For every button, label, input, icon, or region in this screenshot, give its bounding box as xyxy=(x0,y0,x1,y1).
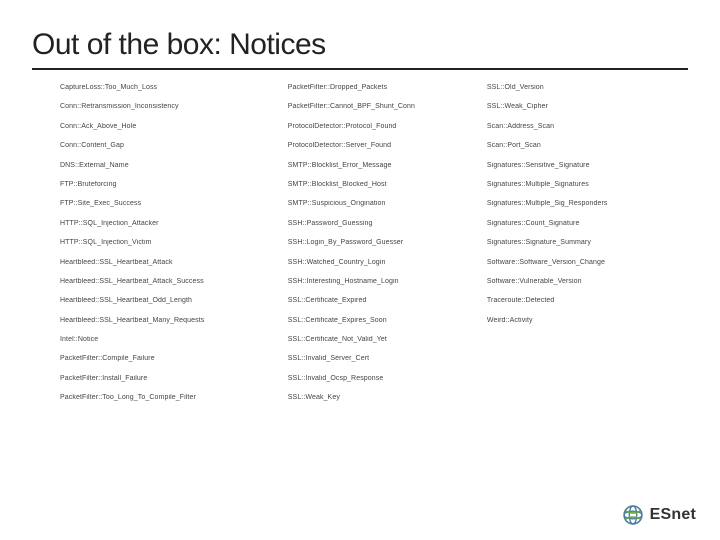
list-item: Intel::Notice xyxy=(60,336,280,344)
list-item: PacketFilter::Compile_Failure xyxy=(60,355,280,363)
list-item: SSL::Certificate_Not_Valid_Yet xyxy=(288,336,479,344)
notice-columns: CaptureLoss::Too_Much_Loss Conn::Retrans… xyxy=(32,84,688,403)
list-item: SSL::Certificate_Expires_Soon xyxy=(288,317,479,325)
notice-column-1: CaptureLoss::Too_Much_Loss Conn::Retrans… xyxy=(60,84,280,403)
list-item: Heartbleed::SSL_Heartbeat_Attack_Success xyxy=(60,278,280,286)
list-item: Signatures::Multiple_Sig_Responders xyxy=(487,200,678,208)
globe-icon xyxy=(622,504,644,526)
list-item: SSH::Watched_Country_Login xyxy=(288,259,479,267)
list-item: SSH::Password_Guessing xyxy=(288,220,479,228)
list-item: SSL::Weak_Key xyxy=(288,394,479,402)
list-item: PacketFilter::Dropped_Packets xyxy=(288,84,479,92)
list-item: PacketFilter::Cannot_BPF_Shunt_Conn xyxy=(288,103,479,111)
list-item: Heartbleed::SSL_Heartbeat_Odd_Length xyxy=(60,297,280,305)
title-rule xyxy=(32,68,688,70)
list-item: Heartbleed::SSL_Heartbeat_Many_Requests xyxy=(60,317,280,325)
list-item: Conn::Ack_Above_Hole xyxy=(60,123,280,131)
list-item: Scan::Port_Scan xyxy=(487,142,678,150)
list-item: Signatures::Sensitive_Signature xyxy=(487,162,678,170)
list-item: PacketFilter::Install_Failure xyxy=(60,375,280,383)
list-item: ProtocolDetector::Server_Found xyxy=(288,142,479,150)
list-item: HTTP::SQL_Injection_Victim xyxy=(60,239,280,247)
list-item: Software::Software_Version_Change xyxy=(487,259,678,267)
brand-name: ESnet xyxy=(650,506,696,524)
list-item: SSL::Certificate_Expired xyxy=(288,297,479,305)
list-item: Signatures::Multiple_Signatures xyxy=(487,181,678,189)
list-item: SMTP::Blocklist_Error_Message xyxy=(288,162,479,170)
list-item: Signatures::Signature_Summary xyxy=(487,239,678,247)
list-item: SSL::Invalid_Ocsp_Response xyxy=(288,375,479,383)
list-item: SSH::Interesting_Hostname_Login xyxy=(288,278,479,286)
list-item: ProtocolDetector::Protocol_Found xyxy=(288,123,479,131)
list-item: FTP::Bruteforcing xyxy=(60,181,280,189)
list-item: SSH::Login_By_Password_Guesser xyxy=(288,239,479,247)
list-item: CaptureLoss::Too_Much_Loss xyxy=(60,84,280,92)
list-item: Conn::Retransmission_Inconsistency xyxy=(60,103,280,111)
slide: Out of the box: Notices CaptureLoss::Too… xyxy=(0,0,720,540)
list-item: SSL::Weak_Cipher xyxy=(487,103,678,111)
list-item: FTP::Site_Exec_Success xyxy=(60,200,280,208)
list-item: Heartbleed::SSL_Heartbeat_Attack xyxy=(60,259,280,267)
list-item: Conn::Content_Gap xyxy=(60,142,280,150)
list-item: PacketFilter::Too_Long_To_Compile_Filter xyxy=(60,394,280,402)
title-wrap: Out of the box: Notices xyxy=(32,28,688,62)
notice-column-2: PacketFilter::Dropped_Packets PacketFilt… xyxy=(288,84,479,403)
list-item: DNS::External_Name xyxy=(60,162,280,170)
list-item: SSL::Old_Version xyxy=(487,84,678,92)
list-item: Traceroute::Detected xyxy=(487,297,678,305)
list-item: Signatures::Count_Signature xyxy=(487,220,678,228)
list-item: SMTP::Blocklist_Blocked_Host xyxy=(288,181,479,189)
list-item: Scan::Address_Scan xyxy=(487,123,678,131)
list-item: HTTP::SQL_Injection_Attacker xyxy=(60,220,280,228)
list-item: Software::Vulnerable_Version xyxy=(487,278,678,286)
list-item: Weird::Activity xyxy=(487,317,678,325)
notice-column-3: SSL::Old_Version SSL::Weak_Cipher Scan::… xyxy=(487,84,678,403)
list-item: SSL::Invalid_Server_Cert xyxy=(288,355,479,363)
list-item: SMTP::Suspicious_Origination xyxy=(288,200,479,208)
page-title: Out of the box: Notices xyxy=(32,28,688,62)
brand-logo: ESnet xyxy=(622,504,696,526)
